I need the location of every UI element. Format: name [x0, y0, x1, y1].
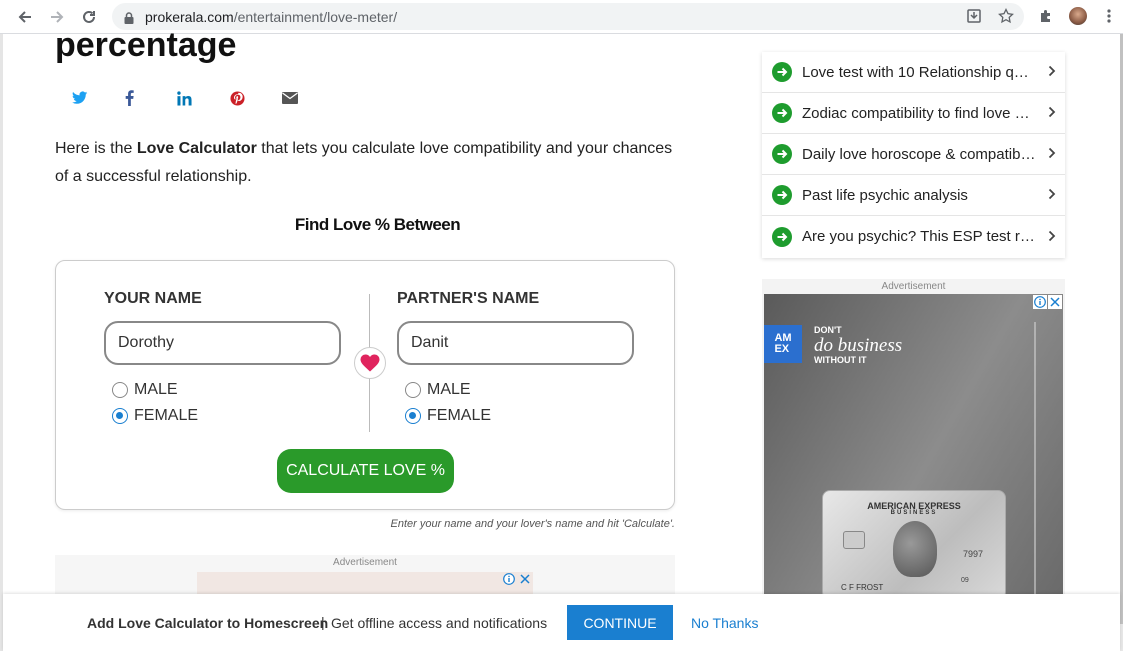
chevron-right-icon — [1048, 229, 1056, 245]
partner-gender-male[interactable]: MALE — [405, 381, 471, 399]
calculate-love-button[interactable]: CALCULATE LOVE % — [277, 449, 454, 493]
url-domain: prokerala.com — [145, 8, 234, 25]
email-icon — [282, 92, 298, 104]
ad-banner[interactable] — [197, 572, 533, 595]
related-link-item[interactable]: Are you psychic? This ESP test reveals — [762, 216, 1065, 257]
side-advertisement: Advertisement AM EX DON'T do business WIT… — [762, 279, 1065, 595]
amex-tagline-1: DON'T — [814, 325, 842, 335]
intro-bold: Love Calculator — [136, 140, 257, 157]
extensions-icon[interactable] — [1038, 8, 1054, 29]
related-link-label: Love test with 10 Relationship questions — [802, 63, 1036, 81]
card-number: 7997 — [963, 549, 984, 559]
card-subtitle: BUSINESS — [890, 510, 938, 516]
related-link-item[interactable]: Daily love horoscope & compatibility — [762, 134, 1065, 175]
arrow-right-circle-icon — [772, 226, 792, 247]
amex-card-image: AMERICAN EXPRESS BUSINESS 7997 C F FROST… — [822, 490, 1006, 595]
related-link-item[interactable]: Zodiac compatibility to find love matche… — [762, 93, 1065, 134]
partner-gender-female[interactable]: FEMALE — [405, 407, 491, 425]
calculator-hint: Enter your name and your lover's name an… — [390, 518, 675, 530]
amex-logo: AM EX — [764, 325, 802, 363]
love-calculator-card: YOUR NAME Dorothy MALE FEMALE PARTNER'S … — [55, 260, 675, 510]
url-text: prokerala.com/entertainment/love-meter/ — [145, 9, 397, 25]
ad-label: Advertisement — [881, 281, 946, 292]
ad-divider-line — [1034, 322, 1036, 595]
related-link-label: Zodiac compatibility to find love matche… — [802, 104, 1036, 122]
twitter-icon — [72, 91, 88, 104]
related-links-box: Love test with 10 Relationship questions… — [762, 52, 1065, 258]
ad-info-icon[interactable] — [502, 572, 516, 586]
page-title: percentage — [55, 26, 237, 64]
twitter-share-button[interactable] — [72, 88, 125, 108]
female-label: FEMALE — [134, 407, 199, 424]
pinterest-icon — [229, 90, 245, 106]
linkedin-share-button[interactable] — [177, 88, 230, 108]
your-gender-male[interactable]: MALE — [112, 381, 178, 399]
your-name-input[interactable]: Dorothy — [104, 321, 341, 365]
heart-badge — [354, 347, 386, 379]
facebook-share-button[interactable] — [125, 88, 178, 108]
avatar[interactable] — [1069, 7, 1087, 25]
ad-info-icon[interactable] — [1033, 295, 1047, 309]
heart-icon — [360, 354, 380, 372]
address-bar[interactable]: prokerala.com/entertainment/love-meter/ — [112, 3, 1024, 30]
partner-name-label: PARTNER'S NAME — [397, 290, 540, 307]
share-row — [72, 88, 335, 108]
no-thanks-link[interactable]: No Thanks — [691, 615, 758, 631]
install-prompt-bar: Add Love Calculator to Homescreen | Get … — [3, 594, 1120, 651]
female-label: FEMALE — [427, 407, 492, 424]
intro-prefix: Here is the — [55, 140, 137, 157]
related-link-label: Past life psychic analysis — [802, 186, 968, 204]
amex-ad-banner[interactable]: AM EX DON'T do business WITHOUT IT AMERIC… — [764, 294, 1063, 595]
related-link-label: Are you psychic? This ESP test reveals — [802, 228, 1036, 245]
arrow-right-circle-icon — [772, 144, 792, 164]
ad-close-icon[interactable] — [518, 572, 532, 586]
menu-icon[interactable] — [1106, 8, 1112, 29]
ad-label: Advertisement — [333, 557, 397, 568]
arrow-right-circle-icon — [772, 103, 792, 123]
card-expiry: 09 — [961, 577, 969, 584]
your-gender-female[interactable]: FEMALE — [112, 407, 198, 425]
chevron-right-icon — [1048, 187, 1056, 203]
radio-button-checked[interactable] — [112, 408, 128, 424]
male-label: MALE — [427, 381, 471, 398]
partner-name-input[interactable]: Danit — [397, 321, 634, 365]
related-link-label: Daily love horoscope & compatibility — [802, 145, 1036, 163]
related-link-item[interactable]: Past life psychic analysis — [762, 175, 1065, 216]
intro-paragraph: Here is the Love Calculator that lets yo… — [55, 135, 675, 191]
pinterest-share-button[interactable] — [229, 88, 283, 108]
amex-tagline-3: WITHOUT IT — [814, 355, 867, 365]
related-link-item[interactable]: Love test with 10 Relationship questions — [762, 52, 1065, 93]
centurion-image — [893, 521, 937, 577]
continue-button[interactable]: CONTINUE — [567, 605, 673, 640]
page-left-edge — [0, 34, 3, 651]
male-label: MALE — [134, 381, 178, 398]
card-holder: C F FROST — [841, 583, 884, 592]
ad-close-icon[interactable] — [1048, 295, 1062, 309]
install-prompt-title: Add Love Calculator to Homescreen — [87, 615, 329, 631]
amex-logo-bottom: EX — [774, 343, 790, 355]
facebook-icon — [125, 90, 134, 106]
arrow-right-circle-icon — [772, 62, 792, 82]
amex-tagline-2: do business — [814, 335, 903, 356]
email-share-button[interactable] — [282, 88, 335, 108]
linkedin-icon — [177, 90, 192, 106]
back-icon[interactable] — [13, 5, 37, 29]
find-love-heading: Find Love % Between — [294, 215, 461, 234]
install-prompt-separator: | — [321, 614, 325, 630]
install-prompt-description: Get offline access and notifications — [331, 615, 548, 631]
lock-icon — [124, 11, 134, 24]
star-icon[interactable] — [998, 7, 1014, 29]
radio-button-checked[interactable] — [405, 408, 421, 424]
radio-button[interactable] — [112, 382, 128, 398]
card-chip — [843, 531, 865, 549]
bottom-advertisement: Advertisement — [55, 555, 675, 595]
chevron-right-icon — [1048, 146, 1056, 162]
url-path: /entertainment/love-meter/ — [233, 8, 398, 25]
arrow-right-circle-icon — [772, 185, 792, 205]
your-name-label: YOUR NAME — [104, 290, 202, 307]
install-icon[interactable] — [966, 8, 982, 29]
radio-button[interactable] — [405, 382, 421, 398]
chevron-right-icon — [1048, 64, 1056, 80]
chevron-right-icon — [1048, 105, 1056, 121]
